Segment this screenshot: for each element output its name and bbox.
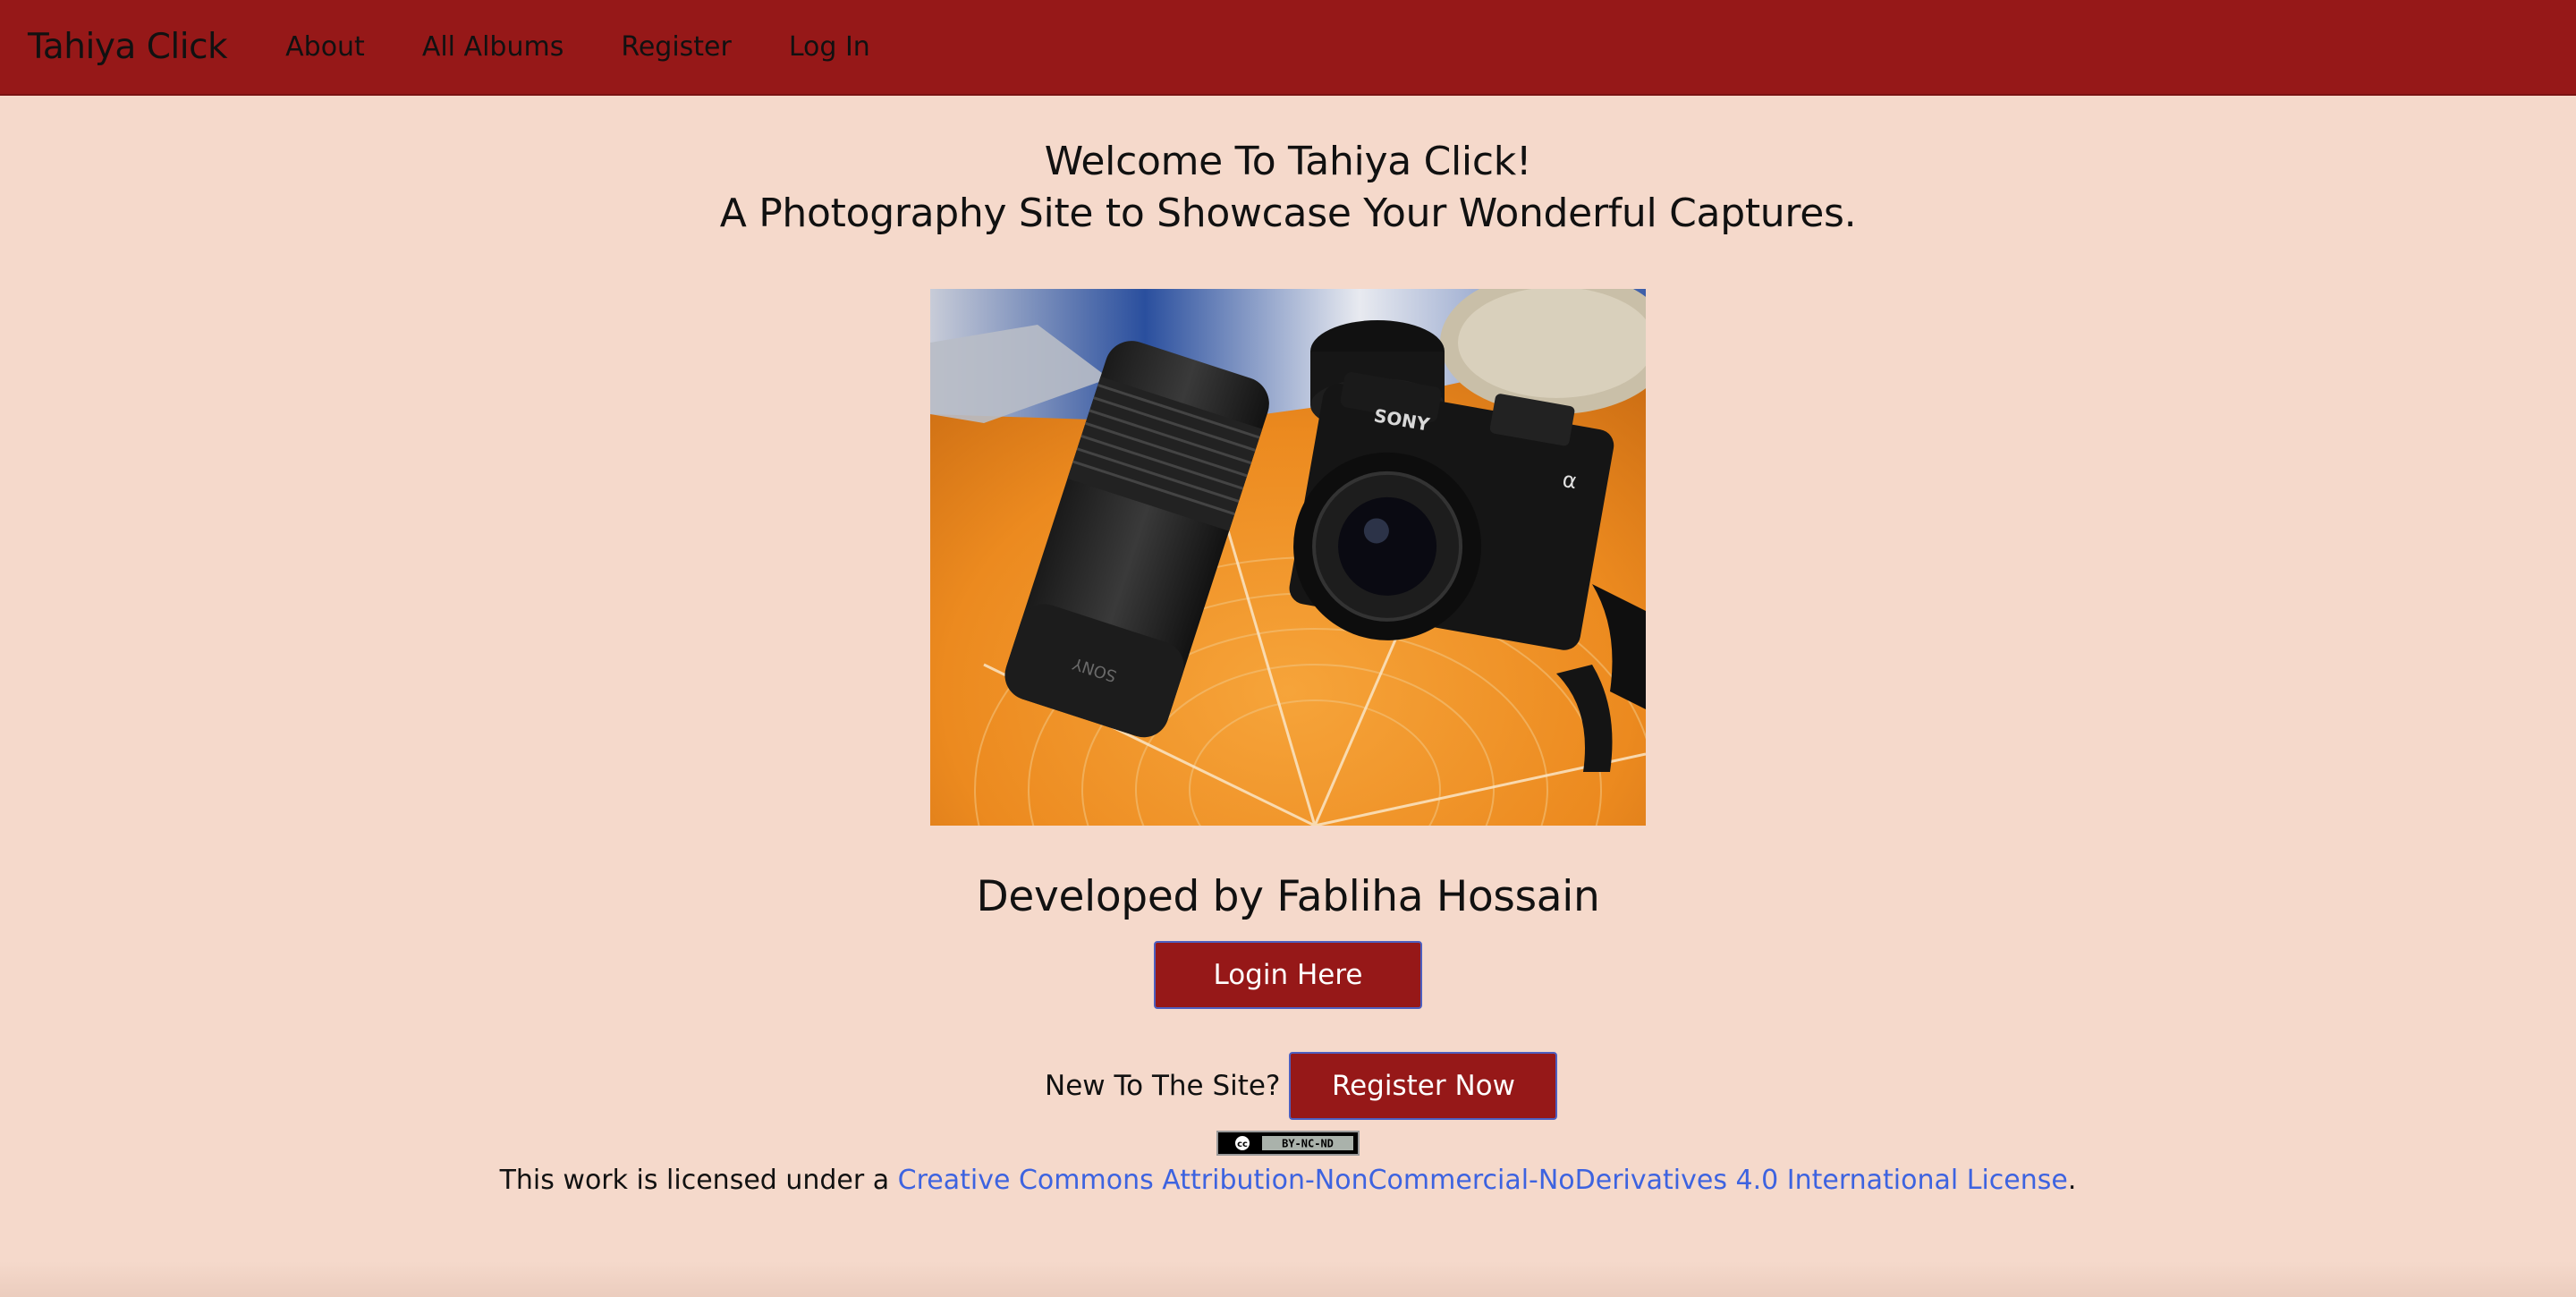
- welcome-line-1: Welcome To Tahiya Click!: [1044, 139, 1532, 184]
- nav-link-all-albums[interactable]: All Albums: [421, 31, 565, 63]
- license-link[interactable]: Creative Commons Attribution-NonCommerci…: [898, 1165, 2068, 1196]
- nav-link-register[interactable]: Register: [620, 31, 733, 63]
- cc-license-badge[interactable]: cc BY-NC-ND: [1216, 1131, 1360, 1156]
- license-prefix: This work is licensed under a: [499, 1165, 898, 1196]
- brand-link[interactable]: Tahiya Click: [28, 27, 228, 67]
- new-to-site-label: New To The Site?: [1045, 1070, 1281, 1102]
- register-now-button[interactable]: Register Now: [1289, 1052, 1558, 1120]
- nav-link-about[interactable]: About: [284, 31, 366, 63]
- page-bottom-shadow: [0, 1261, 2576, 1297]
- license-notice: This work is licensed under a Creative C…: [0, 1165, 2576, 1196]
- register-row: New To The Site? Register Now: [1045, 1052, 1558, 1120]
- license-suffix: .: [2067, 1165, 2077, 1196]
- login-here-button[interactable]: Login Here: [1154, 941, 1422, 1009]
- nav-link-log-in[interactable]: Log In: [788, 31, 871, 63]
- developer-credit: Developed by Fabliha Hossain: [976, 872, 1600, 921]
- cc-icon-text: cc: [1237, 1140, 1248, 1149]
- cc-badge-terms: BY-NC-ND: [1282, 1138, 1334, 1150]
- hero-camera-photo: SONY SONY α: [930, 289, 1646, 826]
- welcome-tagline: A Photography Site to Showcase Your Wond…: [719, 191, 1857, 236]
- top-navbar: Tahiya Click About All Albums Register L…: [0, 0, 2576, 96]
- welcome-heading: Welcome To Tahiya Click! A Photography S…: [0, 136, 2576, 240]
